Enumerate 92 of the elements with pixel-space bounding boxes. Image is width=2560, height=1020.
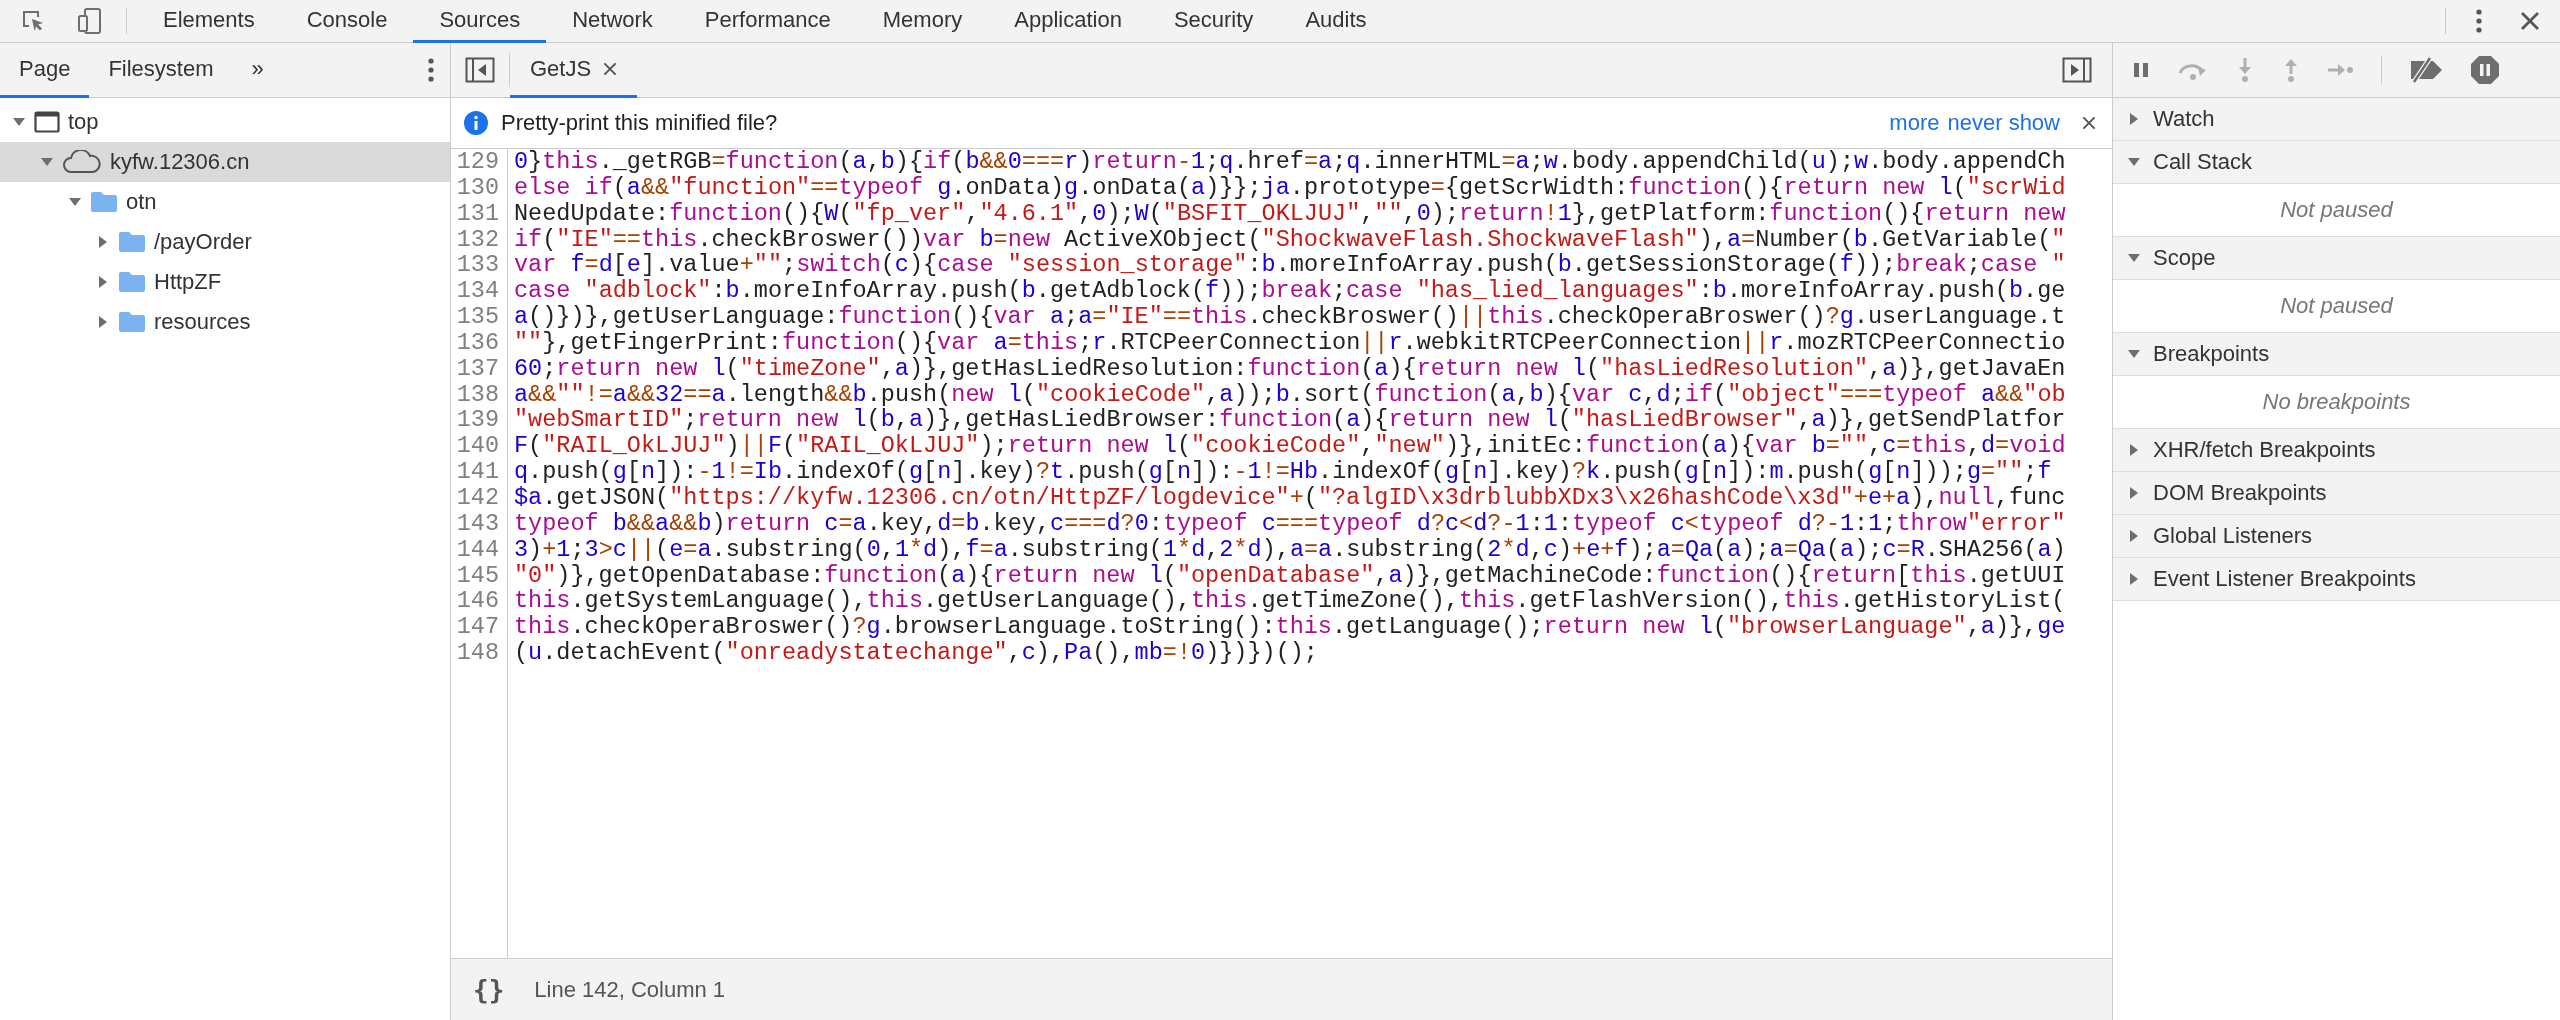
code-line: "webSmartID";return new l(b,a)},getHasLiedBrowser:function(a){return new l("hasLiedBrowser",a)},getSendPlatfor (514, 407, 2067, 434)
code-line: case "adblock":b.moreInfoArray.push(b.getAdblock(f));break;case "has_lied_languages":b.moreInfoArray.push(b.ge (514, 278, 2067, 305)
navigator-tab[interactable]: Page (0, 43, 90, 98)
section-header[interactable]: Global Listeners (2113, 515, 2560, 558)
info-icon (463, 110, 489, 136)
code-line: if("IE"==this.checkBroswer())var b=new ActiveXObject("ShockwaveFlash.ShockwaveFlash"),a=Number(b.GetVariable(" (514, 226, 2067, 253)
section-header[interactable]: XHR/fetch Breakpoints (2113, 429, 2560, 472)
deactivate-breakpoints-icon[interactable] (2408, 57, 2444, 83)
infobar-link[interactable]: never show (1947, 110, 2060, 136)
panel-tab[interactable]: Console (280, 0, 414, 43)
line-number: 129 (455, 149, 499, 175)
more-options-icon[interactable] (428, 58, 434, 82)
line-number: 140 (455, 433, 499, 460)
tree-item[interactable]: HttpZF (0, 262, 450, 302)
close-icon[interactable] (2520, 11, 2540, 31)
frame-icon (34, 111, 60, 133)
more-tabs-button[interactable]: » (232, 43, 283, 98)
more-options-icon[interactable] (2476, 9, 2482, 33)
line-number: 141 (455, 459, 499, 485)
code-line: else if(a&&"function"==typeof g.onData)g.onData(a)}};ja.prototype={getScrWidth:function(){return new l("scrWid (514, 174, 2067, 201)
section-header[interactable]: Watch (2113, 98, 2560, 141)
file-tab[interactable]: GetJS (510, 43, 638, 98)
line-number: 142 (455, 484, 499, 511)
cloud-icon (62, 150, 102, 174)
line-number: 135 (455, 304, 499, 330)
empty-message: No breakpoints (2262, 389, 2411, 415)
tree-item[interactable]: otn (0, 182, 450, 222)
panel-tab[interactable]: Memory (856, 0, 989, 43)
folder-icon (118, 271, 146, 293)
pause-on-exceptions-icon[interactable] (2470, 55, 2500, 85)
line-number: 145 (455, 562, 499, 589)
folder-icon (118, 231, 146, 253)
code-line: this.checkOperaBroswer()?g.browserLanguage.toString():this.getLanguage();return new l("browserLanguage",a)},ge (514, 614, 2067, 641)
empty-message: Not paused (2280, 197, 2393, 223)
navigator-tab[interactable]: Filesystem (89, 43, 233, 98)
pause-icon[interactable] (2131, 60, 2151, 80)
close-icon[interactable] (2082, 116, 2096, 130)
code-line: "0")},getOpenDatabase:function(a){return new l("openDatabase",a)},getMachineCode:function(){return[this.getUUI (514, 562, 2067, 589)
tree-item[interactable]: top (0, 102, 450, 142)
empty-message: Not paused (2280, 293, 2393, 319)
code-line: NeedUpdate:function(){W("fp_ver","4.6.1",0);W("BSFIT_OKLJUJ","",0);return!1},getPlatform:function(){return new (514, 200, 2067, 227)
line-number: 133 (455, 252, 499, 279)
section-header[interactable]: Call Stack (2113, 141, 2560, 184)
line-number: 134 (455, 278, 499, 305)
line-number: 137 (455, 355, 499, 382)
line-number: 148 (455, 640, 499, 666)
line-number: 131 (455, 200, 499, 227)
code-line: q.push(g[n]):-1!=Ib.indexOf(g[n].key)?t.push(g[n]):-1!=Hb.indexOf(g[n].key)?k.push(g[n]):m.push(g[n]));g="";f (514, 459, 2053, 485)
tree-item[interactable]: /payOrder (0, 222, 450, 262)
device-icon[interactable] (76, 7, 104, 35)
code-line: typeof b&&a&&b)return c=a.key,d=b.key,c===d?0:typeof c===typeof d?c<d?-1:1:typeof c<typeof d?-1:1;throw"error" (514, 510, 2067, 537)
code-line: $a.getJSON("https://kyfw.12306.cn/otn/HttpZF/logdevice"+("?algID\x3drblubbXDx3\x26hashCode\x3d"+e+a),null,func (514, 484, 2067, 511)
line-number: 147 (455, 614, 499, 641)
code-line: (u.detachEvent("onreadystatechange",c),Pa(),mb=!0)})})(); (514, 640, 1319, 666)
close-icon[interactable] (603, 62, 618, 76)
code-line: 60;return new l("timeZone",a)},getHasLiedResolution:function(a){return new l("hasLiedResolution",a)},getJavaEn (514, 355, 2067, 382)
code-line: this.getSystemLanguage(),this.getUserLanguage(),this.getTimeZone(),this.getFlashVersion(),this.getHistoryList( (514, 588, 2067, 615)
line-number: 132 (455, 226, 499, 253)
code-line: ""},getFingerPrint:function(){var a=this;r.RTCPeerConnection||r.webkitRTCPeerConnection||r.mozRTCPeerConnectio (514, 329, 2067, 356)
line-number: 136 (455, 329, 499, 356)
folder-icon (90, 191, 118, 213)
code-line: a()})},getUserLanguage:function(){var a;a="IE"==this.checkBroswer()||this.checkOperaBroswer()?g.userLanguage.t (514, 304, 2067, 330)
code-line: 3)+1;3>c||(e=a.substring(0,1*d),f=a.substring(1*d,2*d),a=a.substring(2*d,c)+e+f);a=Qa(a);a=Qa(a);c=R.SHA256(a) (514, 536, 2067, 563)
line-number: 138 (455, 381, 499, 408)
section-header[interactable]: DOM Breakpoints (2113, 472, 2560, 515)
code-line: 0}this._getRGB=function(a,b){if(b&&0===r)return-1;q.href=a;q.innerHTML=a;w.body.appendChild(u);w.body.appendCh (514, 149, 2067, 175)
sidebar-toggle-icon[interactable] (465, 57, 495, 83)
section-header[interactable]: Scope (2113, 237, 2560, 280)
line-number: 143 (455, 510, 499, 537)
line-number: 146 (455, 588, 499, 615)
infobar-link[interactable]: more (1889, 110, 1940, 136)
panel-tab[interactable]: Application (988, 0, 1148, 43)
panel-tab[interactable]: Security (1147, 0, 1280, 43)
code-line: F("RAIL_OkLJUJ")||F("RAIL_OkLJUJ");return new l("cookieCode","new")},initEc:function(a){var b="",c=this,d=void (514, 433, 2067, 460)
tree-item[interactable]: resources (0, 302, 450, 342)
panel-tab[interactable]: Network (546, 0, 679, 43)
panel-tab[interactable]: Audits (1279, 0, 1393, 43)
code-line: a&&""!=a&&32==a.length&&b.push(new l("cookieCode",a));b.sort(function(a,b){var c,d;if("object"===typeof a&&"ob (514, 381, 2067, 408)
pretty-print-button[interactable]: {} (473, 974, 505, 1005)
line-number: 139 (455, 407, 499, 434)
sidebar-toggle-icon[interactable] (2062, 57, 2092, 83)
tree-item[interactable]: kyfw.12306.cn (0, 142, 450, 182)
folder-icon (118, 311, 146, 333)
section-header[interactable]: Breakpoints (2113, 333, 2560, 376)
line-number: 144 (455, 536, 499, 563)
panel-tab[interactable]: Performance (678, 0, 857, 43)
cursor-position: Line 142, Column 1 (534, 976, 726, 1003)
infobar-message: Pretty-print this minified file? (501, 110, 778, 136)
section-header[interactable]: Event Listener Breakpoints (2113, 558, 2560, 601)
code-line: var f=d[e].value+"";switch(c){case "session_storage":b.moreInfoArray.push(b.getSessionStorage(f));break;case " (514, 252, 2067, 279)
line-number: 130 (455, 174, 499, 201)
panel-tab[interactable]: Elements (137, 0, 281, 43)
